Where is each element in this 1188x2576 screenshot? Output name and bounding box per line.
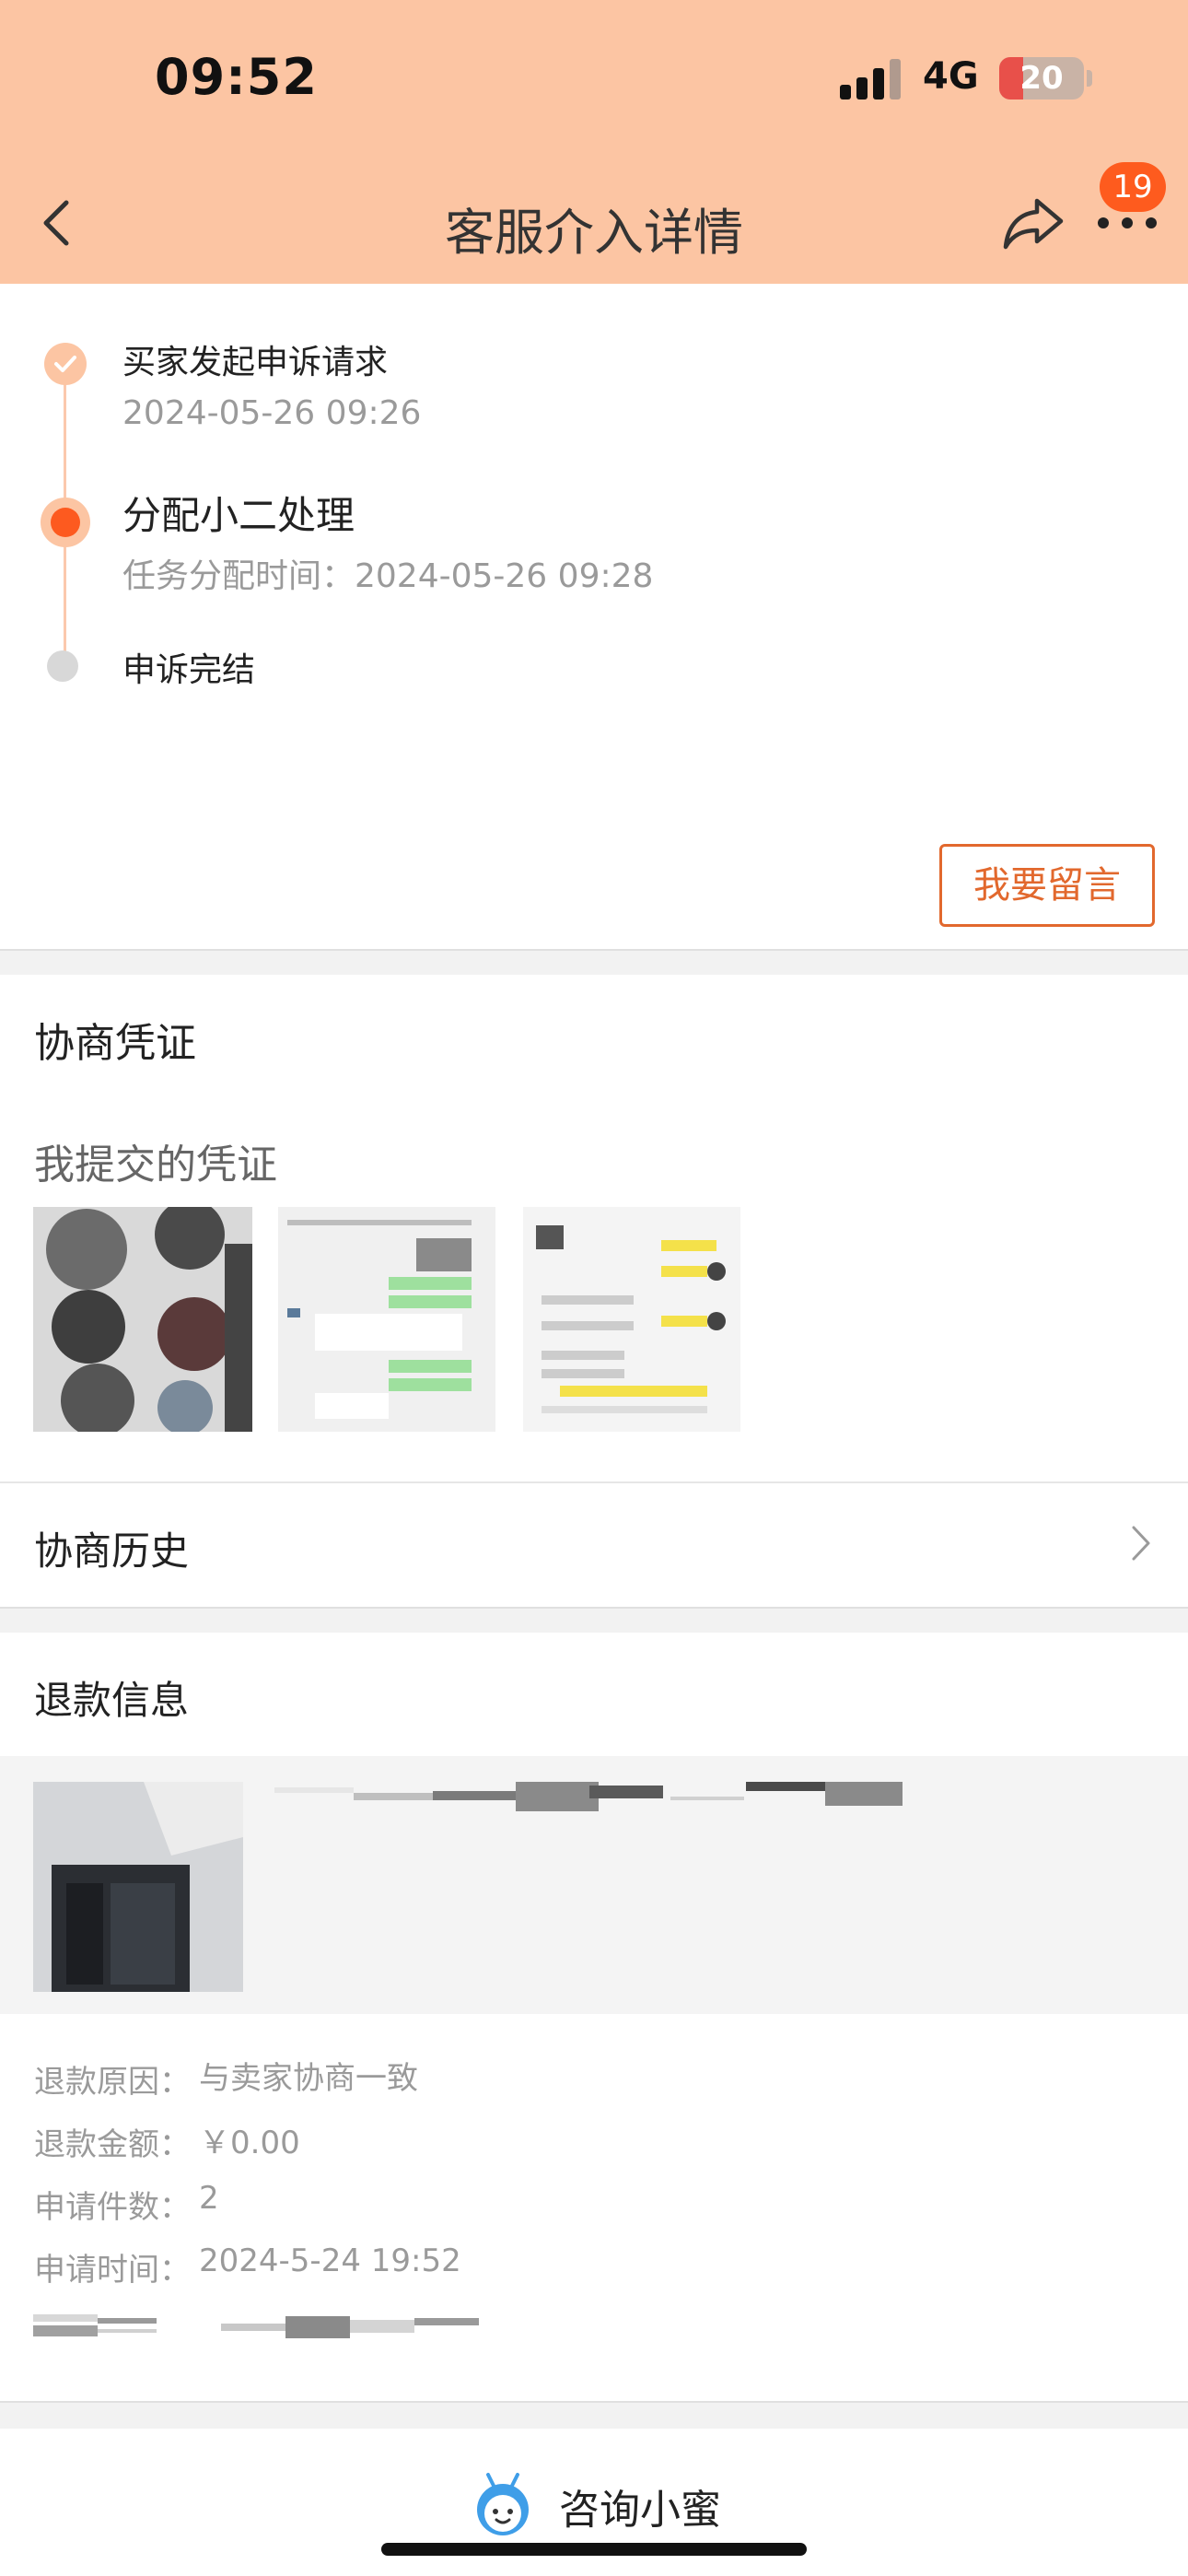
redacted-row bbox=[33, 2314, 479, 2338]
step-2-time: 任务分配时间：2024-05-26 09:28 bbox=[122, 557, 654, 595]
refund-reason-label: 退款原因： bbox=[34, 2064, 191, 2101]
evidence-thumbnail[interactable] bbox=[523, 1207, 740, 1432]
apply-time-value: 2024-5-24 19:52 bbox=[199, 2242, 461, 2279]
chevron-right-icon bbox=[1132, 1526, 1150, 1561]
refund-reason-value: 与卖家协商一致 bbox=[199, 2060, 418, 2097]
status-time: 09:52 bbox=[155, 48, 318, 106]
step-3-title: 申诉完结 bbox=[122, 651, 256, 689]
header-bar: 09:52 4G 20 客服介入详情 19 bbox=[0, 0, 1188, 284]
product-image bbox=[33, 1782, 243, 1992]
step-1-time: 2024-05-26 09:26 bbox=[122, 394, 422, 432]
check-icon bbox=[44, 343, 87, 385]
network-type: 4G bbox=[923, 55, 979, 98]
evidence-thumbnail[interactable] bbox=[278, 1207, 495, 1432]
battery-icon: 20 bbox=[999, 57, 1084, 100]
evidence-thumbnail[interactable] bbox=[33, 1207, 252, 1432]
battery-level: 20 bbox=[1019, 60, 1064, 97]
evidence-subheading: 我提交的凭证 bbox=[34, 1142, 277, 1188]
quantity-value: 2 bbox=[199, 2180, 219, 2217]
apply-time-label: 申请时间： bbox=[34, 2252, 191, 2289]
divider bbox=[0, 1607, 1188, 1633]
assistant-icon[interactable] bbox=[473, 2473, 532, 2537]
pending-step-icon bbox=[47, 650, 78, 682]
step-1-title: 买家发起申诉请求 bbox=[122, 344, 389, 381]
evidence-heading: 协商凭证 bbox=[34, 1020, 196, 1067]
notification-badge: 19 bbox=[1100, 162, 1166, 212]
divider bbox=[0, 949, 1188, 975]
more-icon[interactable] bbox=[1098, 217, 1157, 232]
product-title-redacted bbox=[274, 1782, 903, 1811]
consult-label[interactable]: 咨询小蜜 bbox=[559, 2476, 721, 2535]
signal-icon bbox=[840, 59, 904, 100]
history-label: 协商历史 bbox=[34, 1528, 190, 1574]
step-2-title: 分配小二处理 bbox=[122, 493, 355, 538]
home-indicator bbox=[381, 2543, 807, 2556]
refund-amount-value: ￥0.00 bbox=[199, 2125, 300, 2161]
divider bbox=[0, 2401, 1188, 2429]
refund-heading: 退款信息 bbox=[34, 1678, 190, 1723]
battery-tip bbox=[1087, 70, 1092, 87]
quantity-label: 申请件数： bbox=[34, 2189, 191, 2226]
refund-amount-label: 退款金额： bbox=[34, 2126, 191, 2163]
active-step-icon bbox=[41, 498, 90, 547]
leave-message-button[interactable]: 我要留言 bbox=[939, 844, 1155, 927]
share-icon[interactable] bbox=[1000, 193, 1066, 252]
